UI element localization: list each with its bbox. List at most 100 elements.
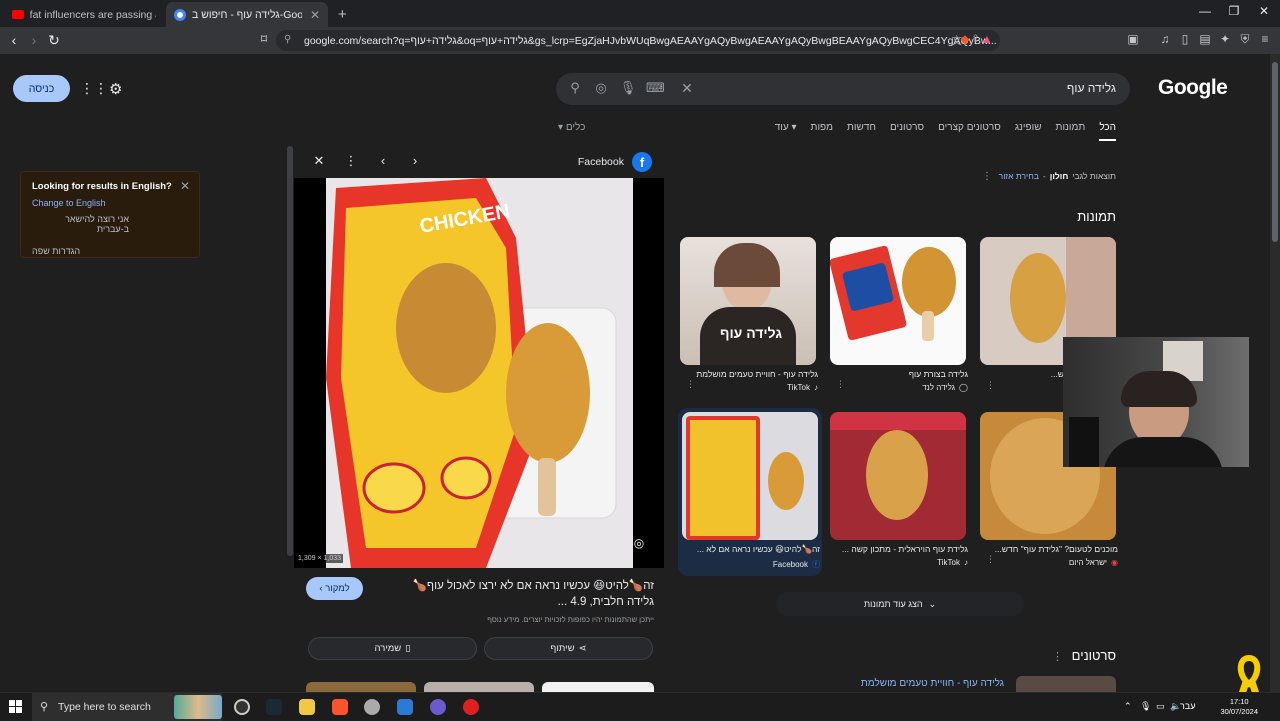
image-result[interactable]: גלידת עוף הויראלית - מתכון קשה ... ♪ TikT… (830, 412, 968, 567)
tab-shorts[interactable]: סרטונים קצרים (938, 122, 1001, 141)
vpn-icon[interactable]: ⛨ (1236, 32, 1254, 47)
music-icon[interactable]: ♫ (1156, 32, 1174, 46)
tab-images[interactable]: תמונות (1056, 122, 1086, 141)
related-image-thumb[interactable] (542, 682, 654, 692)
tab-maps[interactable]: מפות (811, 122, 833, 141)
reload-icon[interactable]: ↻ (44, 32, 64, 49)
next-icon[interactable]: › (406, 153, 424, 168)
save-button[interactable]: שמירה ▯ (308, 637, 477, 660)
close-icon[interactable]: ✕ (180, 179, 190, 193)
forward-icon[interactable]: › (24, 32, 44, 48)
scrollbar-thumb[interactable] (1272, 62, 1278, 242)
tab-all[interactable]: הכל (1099, 122, 1116, 141)
app-icon[interactable] (397, 699, 413, 715)
more-icon[interactable]: ⋮ (986, 380, 995, 391)
more-icon[interactable]: ⋮ (1052, 650, 1063, 663)
menu-icon[interactable]: ≡ (1256, 32, 1274, 46)
preview-image[interactable]: CHICKEN 1,309 × 1,033 ◎ (294, 178, 664, 568)
brave-icon[interactable] (332, 699, 348, 715)
close-window-icon[interactable]: ✕ (1249, 4, 1279, 18)
more-icon[interactable]: ⋮ (982, 171, 992, 182)
video-title[interactable]: גלידה עוף - חוויית טעמים מושלמת (861, 678, 1004, 689)
lens-search-icon[interactable]: ◎ (630, 536, 648, 554)
share-button[interactable]: שיתוף ⋖ (484, 637, 653, 660)
tab-videos[interactable]: סרטונים (890, 122, 924, 141)
file-explorer-icon[interactable] (299, 699, 315, 715)
network-icon[interactable]: ▭ (1156, 701, 1165, 712)
mic-icon[interactable]: 🎙 (619, 80, 637, 96)
search-icon[interactable]: ⚲ (566, 80, 584, 96)
media-icon[interactable]: ▣ (1124, 32, 1142, 46)
preview-scrollbar[interactable] (287, 146, 293, 556)
preview-source[interactable]: Facebook f (578, 152, 652, 172)
tab-youtube[interactable]: fat influencers are passing away :( - Y (4, 2, 164, 27)
brave-shield-icon[interactable]: ◆ (956, 32, 974, 46)
clear-icon[interactable]: ✕ (678, 80, 696, 97)
close-preview-icon[interactable]: ✕ (310, 153, 328, 169)
restore-icon[interactable]: ❐ (1219, 4, 1249, 18)
sign-in-button[interactable]: כניסה (13, 75, 70, 102)
image-result-selected[interactable]: זה🍗להיט😆 עכשיו נראה אם לא ... ⓕ Facebook (678, 408, 822, 576)
search-input[interactable]: גלידה עוף (1067, 81, 1116, 95)
taskbar-search[interactable]: ⚲ Type here to search (32, 693, 222, 721)
result-caption: גלידה עוף - חוויית טעמים מושלמת (696, 369, 818, 379)
sidebar-icon[interactable]: ▯ (1176, 32, 1194, 46)
tab-news[interactable]: חדשות (847, 122, 876, 141)
location-separator: - (1042, 171, 1046, 181)
back-icon[interactable]: ‹ (4, 32, 24, 48)
image-result[interactable]: גלידה בצורת עוף ◯ גלידה לנד ⋮ (830, 237, 968, 392)
show-more-images-button[interactable]: הצג עוד תמונות ⌄ (776, 592, 1024, 616)
steam-icon[interactable] (266, 699, 282, 715)
tray-chevron-icon[interactable]: ⌃ (1124, 701, 1132, 712)
stay-hebrew-link[interactable]: אני רוצה להישאר ב-עברית (32, 214, 129, 234)
language-settings-link[interactable]: הגדרות שפה (32, 246, 188, 256)
opera-icon[interactable] (463, 699, 479, 715)
more-icon[interactable]: ⋮ (836, 379, 845, 390)
windows-start-icon[interactable] (9, 700, 22, 713)
site-info-icon[interactable]: ⚲ (284, 34, 291, 45)
more-icon[interactable]: ⋮ (986, 554, 995, 565)
app-icon[interactable] (364, 699, 380, 715)
search-box[interactable]: ⚲ ◎ 🎙 ⌨ ✕ גלידה עוף (556, 73, 1130, 105)
related-image-thumb[interactable] (306, 682, 416, 692)
result-thumbnail (830, 237, 966, 365)
lens-icon[interactable]: ◎ (592, 80, 610, 96)
visit-button[interactable]: ‹ למקור (306, 577, 363, 600)
page-scrollbar[interactable] (1270, 54, 1280, 692)
preview-title[interactable]: זה🍗להיט😆 עכשיו נראה אם לא ירצו לאכול עוף… (384, 578, 654, 610)
source-name: Facebook (772, 560, 808, 569)
change-to-english-link[interactable]: Change to English (32, 198, 188, 208)
leo-icon[interactable]: ✦ (1216, 32, 1234, 46)
close-tab-icon[interactable]: ✕ (310, 8, 320, 22)
app-icon[interactable] (430, 699, 446, 715)
tab-shopping[interactable]: שופינג (1015, 122, 1042, 141)
microphone-icon[interactable]: 🎙 (1140, 701, 1151, 712)
obs-icon[interactable] (234, 699, 250, 715)
keyboard-icon[interactable]: ⌨ (646, 80, 665, 96)
settings-icon[interactable]: ⚙ (109, 80, 122, 98)
bookmark-icon[interactable]: ⌑ (254, 32, 274, 46)
youtube-icon (12, 10, 24, 19)
input-language[interactable]: עבר (1180, 701, 1195, 711)
taskbar-search-input[interactable]: Type here to search (58, 701, 151, 713)
minimize-icon[interactable]: — (1190, 4, 1220, 18)
address-bar[interactable]: ⚲ google.com/search?q=גלידה+עוף&oq=גלידה… (276, 30, 1000, 51)
apps-grid-icon[interactable]: ⋮⋮ (80, 80, 108, 97)
browser-tab-bar: fat influencers are passing away :( - Y … (0, 0, 1280, 27)
wallet-icon[interactable]: ▤ (1196, 32, 1214, 46)
image-result[interactable]: גלידה עוף גלידה עוף - חוויית טעמים מושלמ… (680, 237, 818, 392)
brave-rewards-icon[interactable]: ▲ (978, 32, 996, 46)
tools-button[interactable]: ▾ כלים (558, 122, 585, 133)
video-thumbnail[interactable] (1016, 676, 1116, 692)
change-location-link[interactable]: בחירת אזור (999, 171, 1039, 181)
tab-more[interactable]: עוד ▾ (775, 122, 797, 141)
google-logo[interactable]: Google (1158, 76, 1228, 100)
new-tab-button[interactable]: + (330, 2, 354, 27)
more-icon[interactable]: ⋮ (686, 379, 695, 390)
tab-google-search[interactable]: גלידה עוף - חיפוש ב-Google ✕ (166, 2, 328, 27)
system-clock[interactable]: 17:10 30/07/2024 (1220, 697, 1258, 717)
more-options-icon[interactable]: ⋮ (342, 153, 360, 169)
related-image-thumb[interactable] (424, 682, 534, 692)
previous-icon[interactable]: ‹ (374, 153, 392, 168)
video-result[interactable]: גלידה עוף - חוויית טעמים מושלמת (861, 676, 1116, 692)
